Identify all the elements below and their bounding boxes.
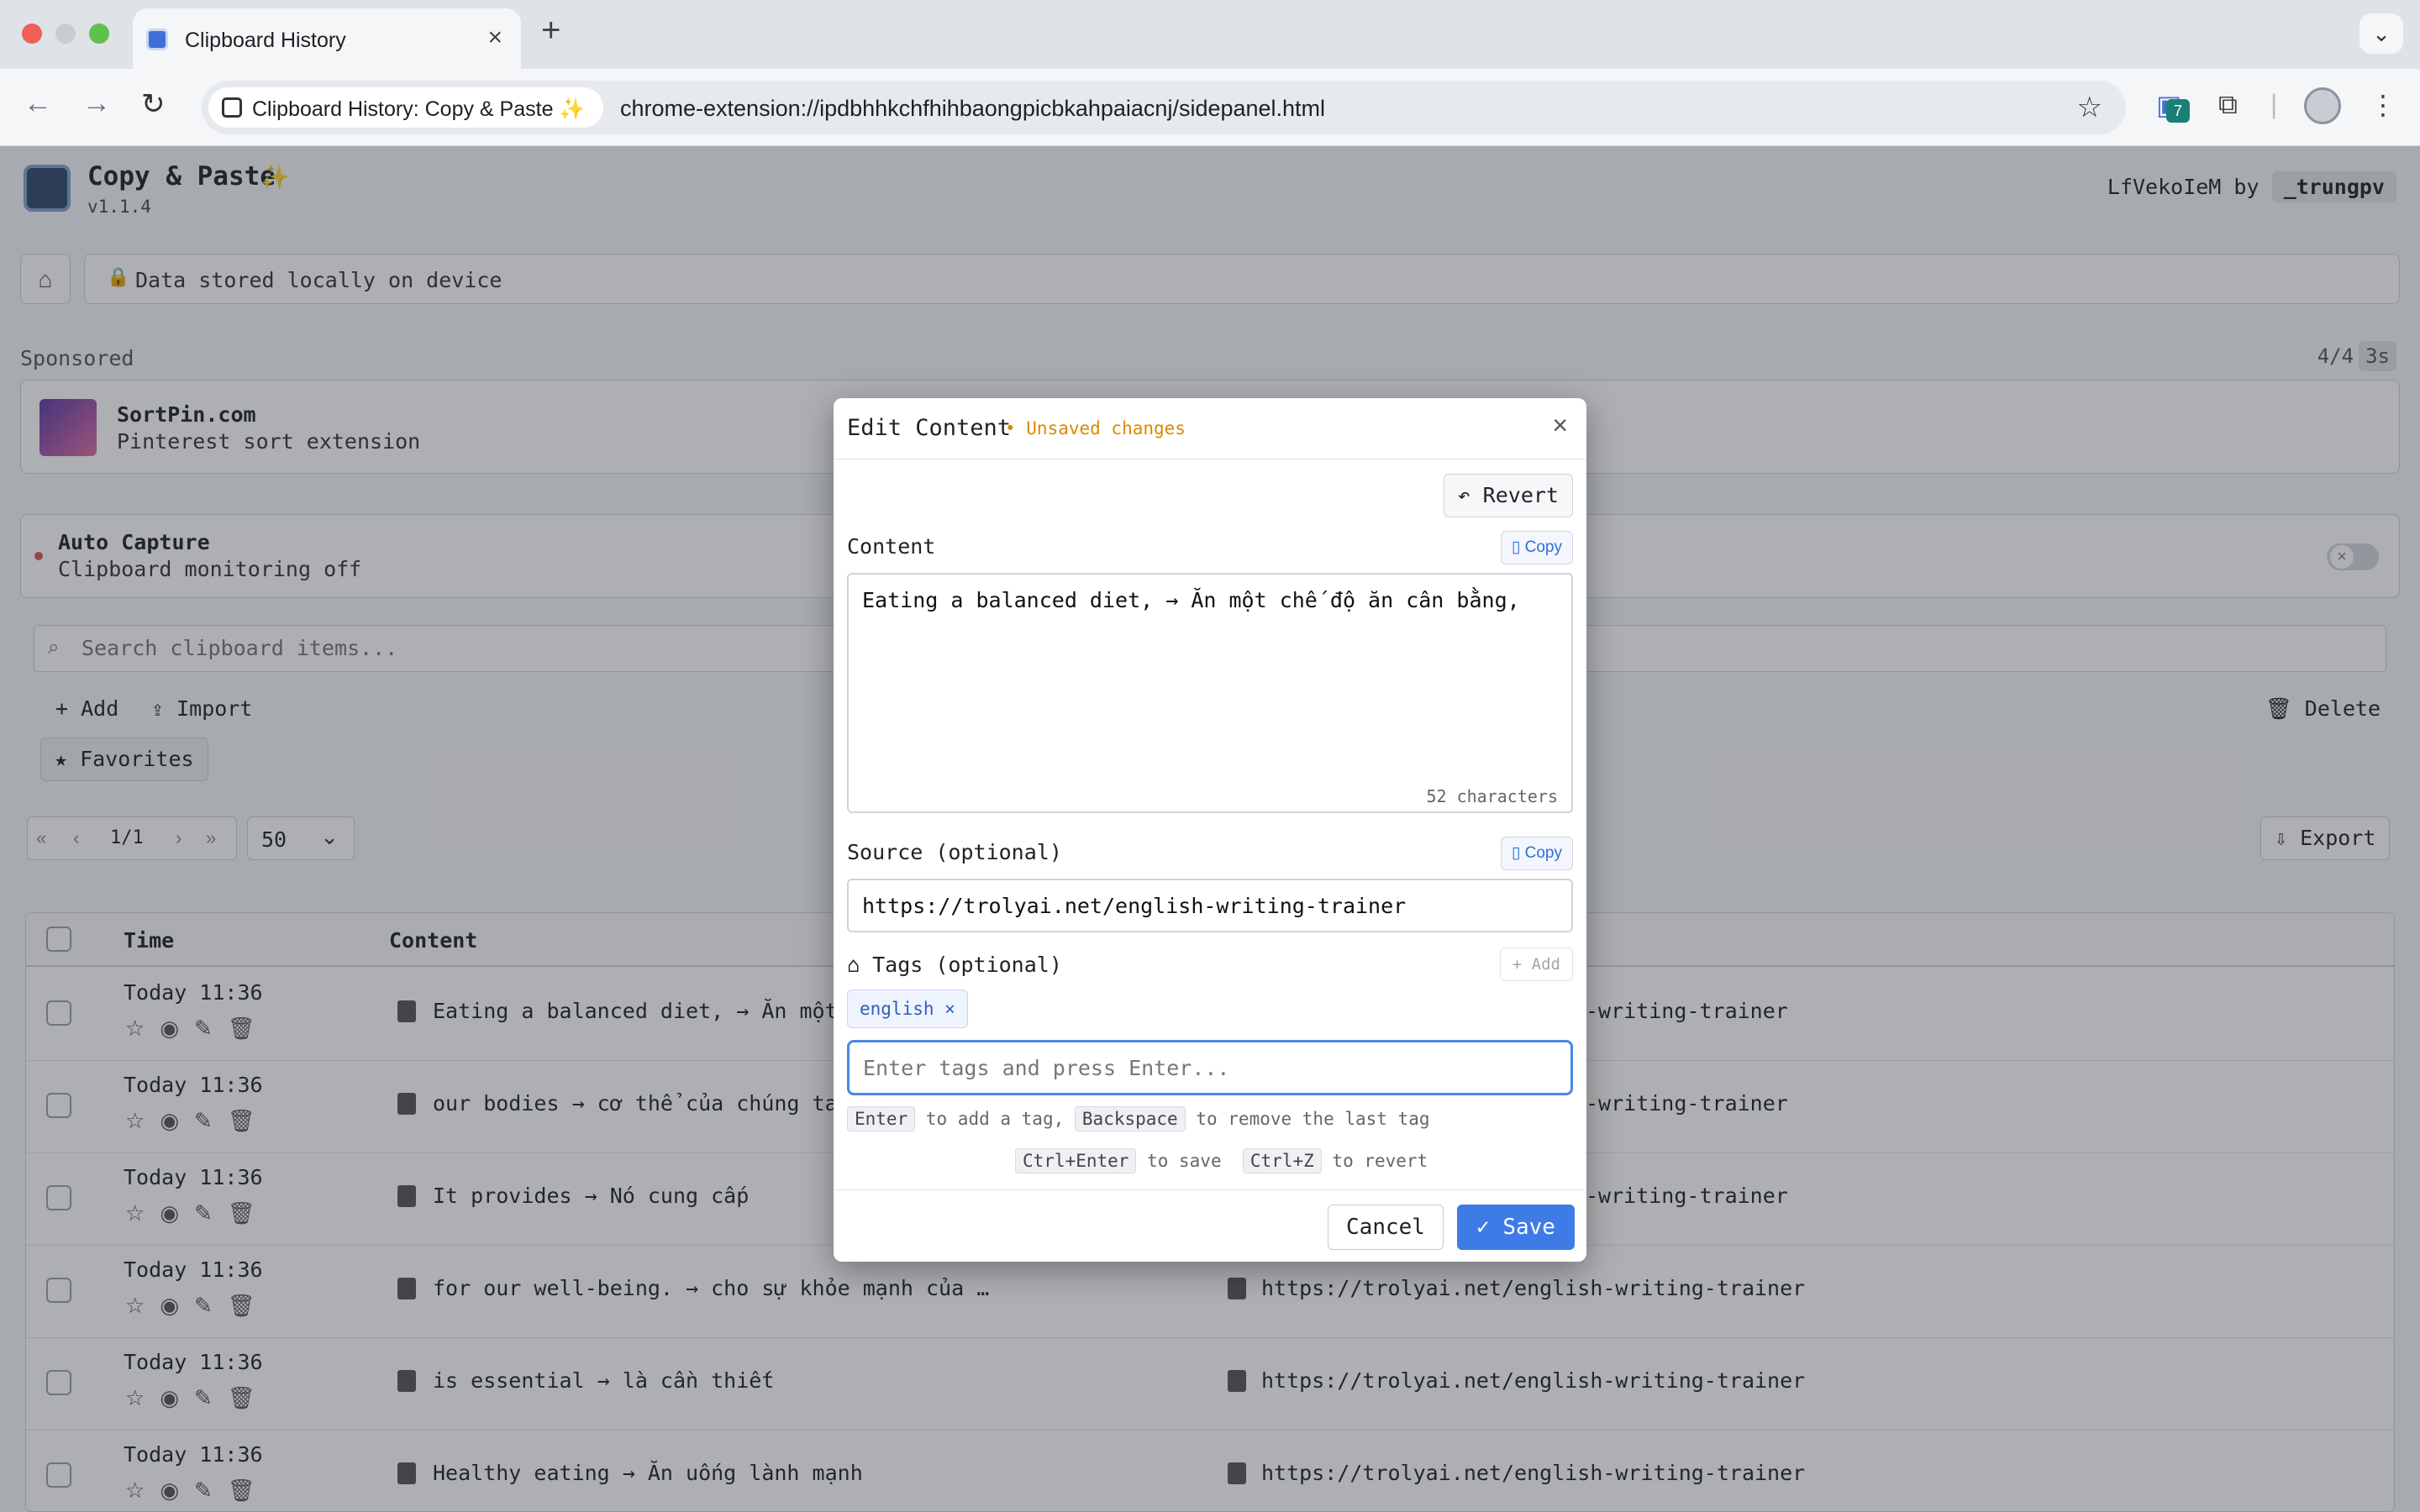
url-text[interactable]: chrome-extension://ipdbhhkchfhihbaongpic… [620,96,1325,122]
close-icon[interactable]: × [1552,410,1568,441]
profile-avatar[interactable] [2304,87,2341,124]
edit-content-modal: Edit Content • Unsaved changes × ↶ Rever… [834,398,1586,1262]
tab-title: Clipboard History [185,29,346,52]
copy-source-label: Copy [1524,844,1562,862]
browser-tab[interactable]: Clipboard History × [133,8,521,69]
clipboard-favicon-icon [146,29,168,50]
copy-source-button[interactable]: ▯ Copy [1500,837,1573,870]
tag-chip: english × [847,990,968,1028]
tags-label-text: Tags (optional) [872,953,1062,977]
remove-tag-icon[interactable]: × [944,999,955,1019]
extension-puzzle-icon [222,97,242,118]
window-minimize-button[interactable] [55,24,76,44]
cancel-button[interactable]: Cancel [1328,1205,1444,1250]
copy-icon: ▯ [1511,538,1525,556]
save-button[interactable]: ✓ Save [1457,1205,1575,1250]
window-maximize-button[interactable] [89,24,109,44]
content-textarea[interactable]: Eating a balanced diet, → Ăn một chế độ … [847,573,1573,813]
tag-chip-label: english [860,999,934,1019]
extensions-puzzle-icon[interactable]: ⧉ [2218,89,2238,121]
tag-icon: ⌂ [847,953,873,977]
copy-content-button[interactable]: ▯ Copy [1500,531,1573,564]
unsaved-changes-indicator: • Unsaved changes [1005,418,1186,438]
copy-content-label: Copy [1524,538,1562,556]
ctrl-z-key: Ctrl+Z [1242,1148,1322,1173]
browser-toolbar: ← → ↻ Clipboard History: Copy & Paste ✨ … [0,69,2420,146]
forward-arrow-icon[interactable]: → [82,87,111,120]
address-bar[interactable]: Clipboard History: Copy & Paste ✨ chrome… [202,81,2126,134]
enter-hint-text: to add a tag, [925,1109,1065,1129]
tab-search-chevron-icon[interactable]: ⌄ [2360,13,2403,54]
extension-count-badge: 7 [2166,99,2190,123]
tags-label: ⌂ Tags (optional) [847,953,1062,977]
backspace-hint-text: to remove the last tag [1196,1109,1430,1129]
source-input[interactable] [847,879,1573,932]
copy-icon: ▯ [1511,844,1525,862]
source-label: Source (optional) [847,840,1062,864]
reload-icon[interactable]: ↻ [141,87,166,121]
site-info-chip[interactable]: Clipboard History: Copy & Paste ✨ [208,87,603,128]
back-arrow-icon[interactable]: ← [24,87,52,120]
bookmark-star-icon[interactable]: ☆ [2077,91,2102,124]
tag-input[interactable] [847,1040,1573,1095]
modal-title: Edit Content [847,415,1012,441]
save-hint-text: to save [1147,1151,1222,1171]
ctrl-enter-key: Ctrl+Enter [1015,1148,1137,1173]
browser-menu-icon[interactable]: ⋮ [2370,89,2396,121]
browser-tab-strip: Clipboard History × + ⌄ [0,0,2420,69]
tab-close-icon[interactable]: × [487,24,502,52]
revert-hint-text: to revert [1332,1151,1428,1171]
content-label: Content [847,534,936,559]
add-tag-button[interactable]: + Add [1499,948,1573,981]
character-count: 52 characters [1426,786,1558,806]
shortcut-hint: Ctrl+Enter to save Ctrl+Z to revert [1015,1148,1428,1173]
modal-footer-divider [834,1189,1586,1190]
site-chip-label: Clipboard History: Copy & Paste ✨ [252,97,586,121]
revert-button[interactable]: ↶ Revert [1443,474,1573,517]
tag-hint: Enter to add a tag, Backspace to remove … [847,1106,1430,1131]
new-tab-icon[interactable]: + [541,12,560,50]
enter-key: Enter [847,1106,916,1131]
toolbar-divider: | [2270,89,2278,119]
window-close-button[interactable] [22,24,42,44]
backspace-key: Backspace [1074,1106,1186,1131]
